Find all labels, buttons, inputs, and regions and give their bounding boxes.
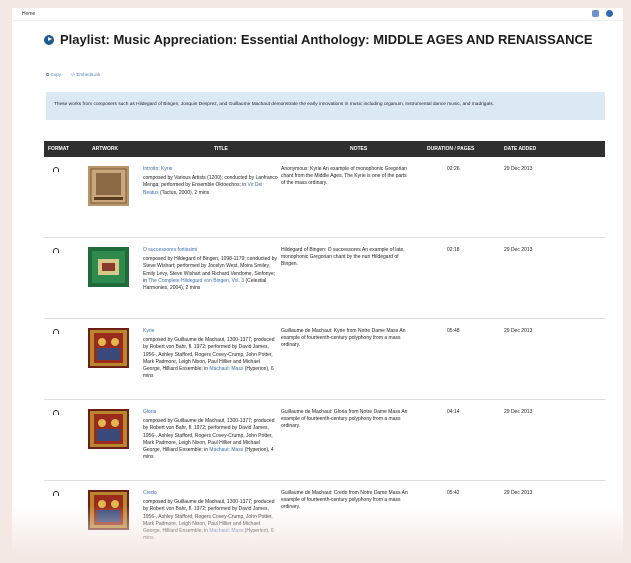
track-title-cell: Kyrie composed by Guillaume de Machaut, …: [143, 328, 278, 380]
headphones-icon[interactable]: [53, 167, 59, 172]
track-title-link[interactable]: Kyrie: [143, 328, 278, 335]
track-date-added: 29 Dec 2013: [504, 409, 533, 415]
track-date-added: 29 Dec 2013: [504, 490, 533, 496]
album-link[interactable]: Machaut: Mass: [209, 528, 243, 534]
play-circle-icon[interactable]: [44, 34, 54, 45]
header-title[interactable]: TITLE: [214, 146, 228, 152]
header-duration[interactable]: DURATION / PAGES: [427, 146, 474, 152]
table-row: Kyrie composed by Guillaume de Machaut, …: [44, 319, 605, 400]
track-date-added: 29 Dec 2013: [504, 328, 533, 334]
album-artwork[interactable]: [88, 247, 129, 287]
headphones-icon[interactable]: [53, 329, 59, 334]
track-title-link[interactable]: Gloria: [143, 409, 278, 416]
header-date-added[interactable]: DATE ADDED: [504, 146, 536, 152]
track-title-link[interactable]: O successores fortissimi: [143, 247, 278, 254]
headphones-icon[interactable]: [53, 491, 59, 496]
album-artwork[interactable]: [88, 328, 129, 368]
track-duration: 04:14: [447, 409, 460, 415]
copy-label: Copy: [50, 72, 61, 77]
track-date-added: 29 Dec 2013: [504, 166, 533, 172]
translate-icon[interactable]: [592, 10, 599, 17]
track-duration: 02:26: [447, 166, 460, 172]
track-title-cell: Gloria composed by Guillaume de Machaut,…: [143, 409, 278, 461]
home-link[interactable]: Home: [22, 11, 35, 17]
track-notes: Guillaume de Machaut: Credo from Notre D…: [281, 490, 408, 511]
embed-link-button[interactable]: ‹/› Embed/Link: [71, 72, 100, 77]
headphones-icon[interactable]: [53, 410, 59, 415]
help-icon[interactable]: [606, 10, 613, 17]
track-duration: 05:42: [447, 490, 460, 496]
playlist-table-body: Introito: Kyrie composed by Various Arti…: [44, 157, 605, 555]
track-notes: Hildegard of Bingen: O successores An ex…: [281, 247, 405, 268]
track-date-added: 29 Dec 2013: [504, 247, 533, 253]
table-row: Gloria composed by Guillaume de Machaut,…: [44, 400, 605, 481]
table-header: FORMAT ARTWORK TITLE NOTES DURATION / PA…: [44, 141, 605, 157]
header-notes[interactable]: NOTES: [350, 146, 367, 152]
album-link[interactable]: Machaut: Mass: [209, 447, 243, 453]
track-title-link[interactable]: Introito: Kyrie: [143, 166, 278, 173]
album-artwork[interactable]: [88, 409, 129, 449]
header-format[interactable]: FORMAT: [48, 146, 69, 152]
album-artwork[interactable]: [88, 490, 129, 530]
track-title-cell: O successores fortissimi composed by Hil…: [143, 247, 278, 292]
headphones-icon[interactable]: [53, 248, 59, 253]
embed-label: Embed/Link: [76, 72, 101, 77]
track-title-cell: Introito: Kyrie composed by Various Arti…: [143, 166, 278, 197]
track-details-tail: (Tactus, 2000), 2 mins: [158, 189, 210, 196]
track-notes: Guillaume de Machaut: Gloria from Notre …: [281, 409, 408, 430]
album-link[interactable]: The Complete Hildegard von Bingen, Vol. …: [148, 278, 244, 284]
track-title-cell: Credo composed by Guillaume de Machaut, …: [143, 490, 278, 542]
copy-button[interactable]: ⧉ Copy: [46, 72, 61, 77]
title-row: Playlist: Music Appreciation: Essential …: [44, 32, 593, 47]
track-duration: 02:18: [447, 247, 460, 253]
track-notes: Anonymous: Kyrie An example of monophoni…: [281, 166, 407, 187]
table-row: Credo composed by Guillaume de Machaut, …: [44, 481, 605, 555]
page-title: Playlist: Music Appreciation: Essential …: [60, 32, 593, 47]
page-frame: Home Playlist: Music Appreciation: Essen…: [12, 8, 623, 555]
track-title-link[interactable]: Credo: [143, 490, 278, 497]
table-row: Introito: Kyrie composed by Various Arti…: [44, 157, 605, 238]
playlist-description: These works from composers such as Hilde…: [46, 92, 605, 120]
table-row: O successores fortissimi composed by Hil…: [44, 238, 605, 319]
top-nav: Home: [12, 8, 623, 21]
track-notes: Guillaume de Machaut: Kyrie from Notre D…: [281, 328, 406, 349]
album-artwork[interactable]: [88, 166, 129, 206]
header-artwork[interactable]: ARTWORK: [92, 146, 118, 152]
album-link[interactable]: Machaut: Mass: [209, 366, 243, 372]
playlist-actions: ⧉ Copy ‹/› Embed/Link: [46, 72, 100, 77]
track-duration: 05:48: [447, 328, 460, 334]
